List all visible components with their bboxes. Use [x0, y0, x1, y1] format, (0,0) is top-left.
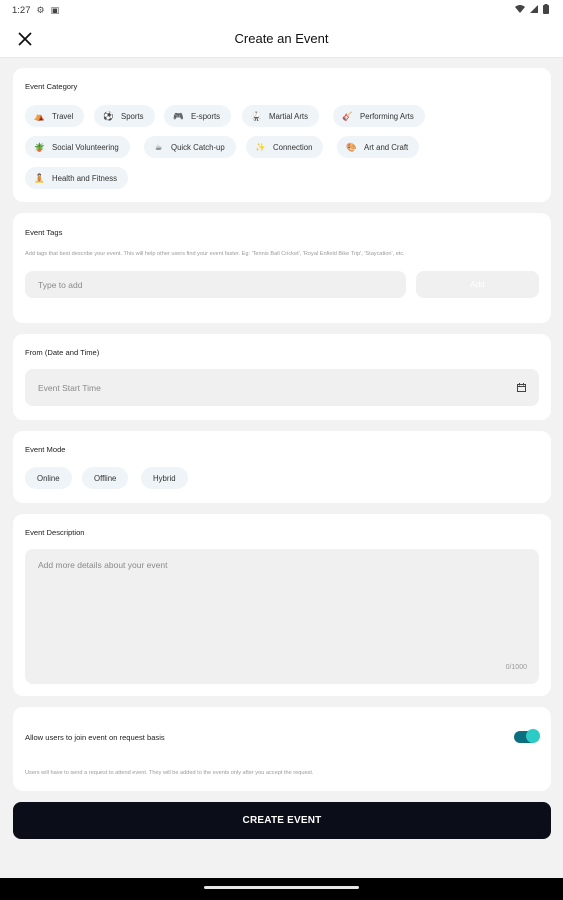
gamepad-icon: 🎮 [173, 110, 184, 121]
guitar-icon: 🎸 [342, 110, 353, 121]
request-card: Allow users to join event on request bas… [13, 707, 551, 791]
start-time-field[interactable]: Event Start Time [25, 369, 539, 406]
request-label: Allow users to join event on request bas… [25, 733, 165, 742]
page-title: Create an Event [234, 31, 329, 46]
toggle-knob [526, 729, 540, 743]
chip-label: Travel [52, 111, 74, 121]
add-tag-button[interactable]: Add [416, 271, 539, 298]
chip-label: Performing Arts [360, 111, 414, 121]
tags-input-field[interactable] [25, 271, 406, 298]
chip-martial-arts[interactable]: 🥋 Martial Arts [242, 105, 319, 127]
app-bar: Create an Event [0, 20, 563, 58]
start-time-label: From (Date and Time) [25, 348, 100, 357]
chip-label: Social Volunteering [52, 142, 119, 152]
chip-label: Martial Arts [269, 111, 308, 121]
status-time: 1:27 [12, 4, 31, 16]
gesture-handle[interactable] [204, 886, 359, 889]
mode-label: Event Mode [25, 445, 66, 454]
close-icon [18, 32, 32, 46]
sparkles-icon: ✨ [255, 141, 266, 152]
tent-icon: ⛺ [34, 110, 45, 121]
request-toggle[interactable] [514, 729, 540, 743]
start-time-card: From (Date and Time) Event Start Time [13, 334, 551, 420]
yoga-icon: 🧘 [34, 172, 45, 183]
chip-social-volunteering[interactable]: 🪴 Social Volunteering [25, 136, 130, 158]
chip-art-and-craft[interactable]: 🎨 Art and Craft [337, 136, 420, 158]
tags-card: Event Tags Add tags that best describe y… [13, 213, 551, 323]
category-card: Event Category ⛺ Travel ⚽ Sports 🎮 E-spo… [13, 68, 551, 202]
chip-health-and-fitness[interactable]: 🧘 Health and Fitness [25, 167, 129, 189]
status-bar: 1:27 ⚙ ▣ [0, 0, 563, 20]
martial-arts-uniform-icon: 🥋 [251, 110, 262, 121]
mode-offline[interactable]: Offline [82, 467, 129, 489]
chip-connection[interactable]: ✨ Connection [246, 136, 324, 158]
mode-online[interactable]: Online [25, 467, 72, 489]
palette-icon: 🎨 [346, 141, 357, 152]
soccer-ball-icon: ⚽ [103, 110, 114, 121]
signal-icon [530, 4, 538, 16]
chip-performing-arts[interactable]: 🎸 Performing Arts [333, 105, 425, 127]
tags-help-text: Add tags that best describe your event. … [25, 251, 405, 257]
mode-hybrid[interactable]: Hybrid [141, 467, 188, 489]
battery-icon [543, 3, 549, 17]
chip-label: Health and Fitness [52, 173, 118, 183]
chip-label: Connection [273, 142, 313, 152]
navigation-bar [0, 878, 563, 900]
chip-quick-catch-up[interactable]: ☕ Quick Catch-up [144, 136, 236, 158]
close-button[interactable] [14, 28, 36, 50]
wifi-icon [515, 4, 525, 16]
settings-icon: ⚙ [36, 4, 45, 15]
create-event-button[interactable]: CREATE EVENT [13, 802, 551, 839]
description-label: Event Description [25, 528, 85, 537]
chip-label: Sports [121, 111, 144, 121]
category-label: Event Category [25, 82, 78, 91]
potted-plant-icon: 🪴 [34, 141, 45, 152]
chip-esports[interactable]: 🎮 E-sports [164, 105, 232, 127]
tag-input[interactable] [38, 279, 393, 290]
calendar-icon [517, 383, 526, 392]
chip-label: Quick Catch-up [171, 142, 225, 152]
request-help-text: Users will have to send a request to att… [25, 770, 314, 776]
description-field[interactable] [25, 549, 539, 684]
description-card: Event Description 0/1000 [13, 514, 551, 696]
tags-label: Event Tags [25, 228, 63, 237]
start-time-placeholder: Event Start Time [38, 382, 101, 393]
chip-label: E-sports [191, 111, 221, 121]
description-input[interactable] [38, 560, 526, 660]
coffee-icon: ☕ [154, 141, 163, 152]
notification-icon: ▣ [50, 4, 60, 15]
character-counter: 0/1000 [505, 664, 527, 671]
chip-label: Art and Craft [364, 142, 409, 152]
mode-card: Event Mode Online Offline Hybrid [13, 431, 551, 503]
chip-sports[interactable]: ⚽ Sports [94, 105, 155, 127]
chip-travel[interactable]: ⛺ Travel [25, 105, 85, 127]
